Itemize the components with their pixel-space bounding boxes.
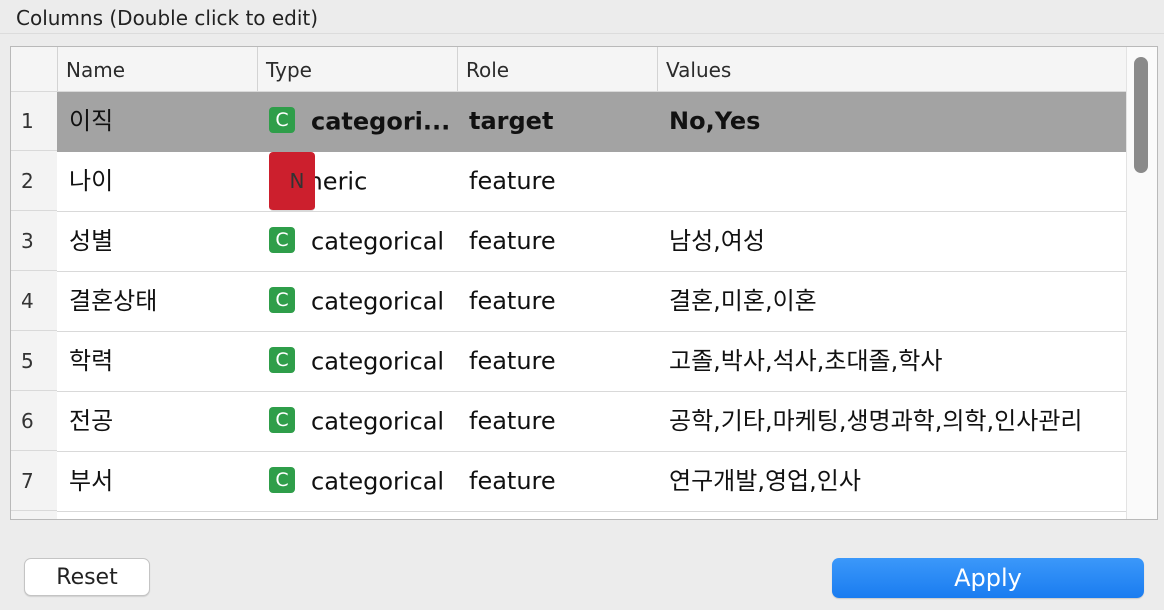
column-header-name[interactable]: Name — [57, 47, 257, 91]
numeric-icon: N — [269, 152, 315, 211]
column-name-cell[interactable]: 학력 — [69, 332, 249, 391]
header-corner — [11, 47, 57, 91]
column-name-cell[interactable]: 전공 — [69, 392, 249, 451]
type-label: categorical — [311, 347, 445, 376]
column-type-cell[interactable]: Ccategorical — [269, 392, 457, 451]
column-header-values[interactable]: Values — [657, 47, 1127, 91]
apply-button[interactable]: Apply — [832, 558, 1144, 598]
column-name-cell[interactable]: 부서 — [69, 452, 249, 511]
column-header-type[interactable]: Type — [257, 47, 457, 91]
categorical-icon: C — [269, 107, 295, 133]
type-label: categorical — [311, 407, 445, 436]
column-role-cell[interactable]: feature — [469, 392, 655, 451]
categorical-icon: C — [269, 347, 295, 373]
column-type-cell[interactable]: Ccategorical — [269, 212, 457, 271]
table-row[interactable]: 1 이직 Ccategori... target No,Yes — [11, 92, 1127, 152]
table-row[interactable]: 2 나이 Nnumeric feature — [11, 152, 1127, 212]
column-values-cell[interactable] — [669, 152, 1125, 211]
column-type-cell[interactable]: Nnumeric — [269, 152, 457, 211]
type-label: categori... — [311, 107, 451, 136]
column-values-cell[interactable]: 결혼,미혼,이혼 — [669, 272, 1125, 331]
column-values-cell[interactable]: 공학,기타,마케팅,생명과학,의학,인사관리 — [669, 392, 1125, 451]
table-row[interactable]: 6 전공 Ccategorical feature 공학,기타,마케팅,생명과학… — [11, 392, 1127, 452]
column-values-cell[interactable]: 남성,여성 — [669, 212, 1125, 271]
categorical-icon: C — [269, 287, 295, 313]
column-name-cell[interactable]: 결혼상태 — [69, 272, 249, 331]
table-row[interactable]: 7 부서 Ccategorical feature 연구개발,영업,인사 — [11, 452, 1127, 512]
column-name-cell[interactable]: 나이 — [69, 152, 249, 211]
column-type-cell[interactable]: Ccategori... — [269, 92, 457, 151]
categorical-icon: C — [269, 227, 295, 253]
column-role-cell[interactable]: feature — [469, 332, 655, 391]
column-header-role[interactable]: Role — [457, 47, 657, 91]
row-number: 3 — [11, 212, 57, 271]
table-header: Name Type Role Values — [11, 47, 1127, 92]
title-divider — [0, 33, 1164, 34]
table-row[interactable]: 5 학력 Ccategorical feature 고졸,박사,석사,초대졸,학… — [11, 332, 1127, 392]
scrollbar-thumb[interactable] — [1134, 57, 1148, 173]
categorical-icon: C — [269, 467, 295, 493]
column-role-cell[interactable]: feature — [469, 212, 655, 271]
row-number: 6 — [11, 392, 57, 451]
section-title: Columns (Double click to edit) — [16, 6, 319, 30]
type-label: categorical — [311, 287, 445, 316]
reset-button[interactable]: Reset — [24, 558, 150, 596]
vertical-scrollbar[interactable] — [1126, 47, 1157, 519]
column-type-cell[interactable]: Ccategorical — [269, 332, 457, 391]
row-number: 5 — [11, 332, 57, 391]
row-number: 2 — [11, 152, 57, 211]
type-label: categorical — [311, 467, 445, 496]
column-role-cell[interactable]: feature — [469, 152, 655, 211]
column-type-cell[interactable]: Ccategorical — [269, 452, 457, 511]
row-number: 1 — [11, 92, 57, 151]
column-name-cell[interactable]: 이직 — [69, 92, 249, 151]
column-role-cell[interactable]: target — [469, 92, 655, 151]
column-values-cell[interactable]: 고졸,박사,석사,초대졸,학사 — [669, 332, 1125, 391]
table-row[interactable]: 4 결혼상태 Ccategorical feature 결혼,미혼,이혼 — [11, 272, 1127, 332]
column-name-cell[interactable]: 성별 — [69, 212, 249, 271]
row-number: 4 — [11, 272, 57, 331]
columns-table[interactable]: Name Type Role Values 1 이직 Ccategori... … — [10, 46, 1158, 520]
column-role-cell[interactable]: feature — [469, 272, 655, 331]
column-type-cell[interactable]: Ccategorical — [269, 272, 457, 331]
categorical-icon: C — [269, 407, 295, 433]
column-values-cell[interactable]: 연구개발,영업,인사 — [669, 452, 1125, 511]
type-label: categorical — [311, 227, 445, 256]
table-row[interactable]: 3 성별 Ccategorical feature 남성,여성 — [11, 212, 1127, 272]
row-number: 7 — [11, 452, 57, 511]
column-role-cell[interactable]: feature — [469, 452, 655, 511]
column-values-cell[interactable]: No,Yes — [669, 92, 1125, 151]
